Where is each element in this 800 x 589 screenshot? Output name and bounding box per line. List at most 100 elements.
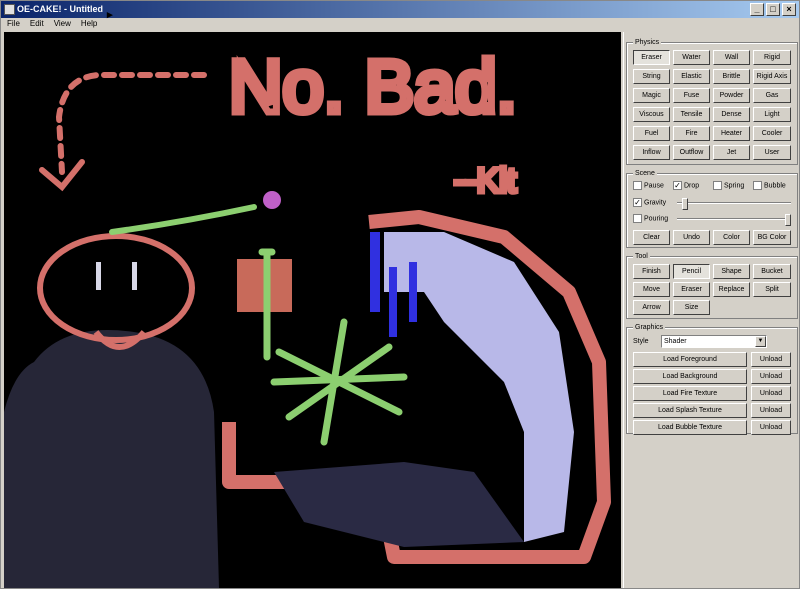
style-select[interactable]: Shader ▼	[661, 335, 767, 348]
canvas-text-kit: --Kit	[454, 162, 517, 200]
color-button[interactable]: Color	[713, 230, 750, 245]
unload-fire-texture-button[interactable]: Unload	[751, 386, 791, 401]
tool-pencil-button[interactable]: Pencil	[673, 264, 710, 279]
bubble-checkbox-box[interactable]	[753, 181, 762, 190]
pouring-label: Pouring	[644, 215, 669, 223]
pouring-slider[interactable]	[677, 214, 791, 226]
unload-splash-texture-button[interactable]: Unload	[751, 403, 791, 418]
clear-button[interactable]: Clear	[633, 230, 670, 245]
physics-title: Physics	[633, 38, 662, 47]
drop-checkbox[interactable]: ✓ Drop	[673, 181, 699, 191]
load-background-button[interactable]: Load Background	[633, 369, 747, 384]
title-bar[interactable]: OE-CAKE! - Untitled ▸ _ □ ×	[1, 1, 799, 21]
unload-foreground-button[interactable]: Unload	[751, 352, 791, 367]
spring-label: Spring	[724, 182, 745, 190]
physics-wall-button[interactable]: Wall	[713, 50, 750, 65]
pouring-slider-thumb[interactable]	[785, 214, 791, 226]
load-bubble-texture-button[interactable]: Load Bubble Texture	[633, 420, 747, 435]
face-eye-right	[132, 262, 137, 290]
menu-file[interactable]: File	[7, 18, 20, 30]
menu-edit[interactable]: Edit	[30, 18, 44, 30]
physics-water-button[interactable]: Water	[673, 50, 710, 65]
window-title: OE-CAKE! - Untitled	[17, 4, 103, 14]
maximize-button[interactable]: □	[766, 3, 780, 16]
graphics-title: Graphics	[633, 323, 666, 332]
tool-eraser-button[interactable]: Eraser	[673, 282, 710, 297]
graphics-group: Graphics Style Shader ▼ Load Foreground …	[626, 323, 798, 435]
fluid-blob-left	[4, 330, 219, 588]
physics-cooler-button[interactable]: Cooler	[753, 126, 791, 141]
tool-finish-button[interactable]: Finish	[633, 264, 670, 279]
unload-bubble-texture-button[interactable]: Unload	[751, 420, 791, 435]
dashed-arrow	[55, 72, 207, 175]
physics-heater-button[interactable]: Heater	[713, 126, 750, 141]
green-star	[270, 318, 408, 446]
physics-elastic-button[interactable]: Elastic	[673, 69, 710, 84]
load-foreground-button[interactable]: Load Foreground	[633, 352, 747, 367]
bubble-checkbox[interactable]: Bubble	[753, 181, 786, 191]
physics-jet-button[interactable]: Jet	[713, 145, 750, 160]
gravity-checkbox[interactable]: ✓ Gravity	[633, 198, 666, 208]
green-stick	[109, 204, 257, 235]
physics-gas-button[interactable]: Gas	[753, 88, 791, 103]
blue-drip-3	[409, 262, 417, 322]
blue-drip-2	[389, 267, 397, 337]
spring-checkbox[interactable]: Spring	[713, 181, 744, 191]
green-bar	[258, 248, 276, 361]
bg-color-button[interactable]: BG Color	[753, 230, 791, 245]
app-icon	[4, 4, 15, 15]
unload-background-button[interactable]: Unload	[751, 369, 791, 384]
pause-checkbox[interactable]: Pause	[633, 181, 664, 191]
physics-rigid-button[interactable]: Rigid	[753, 50, 791, 65]
gravity-slider-track	[677, 202, 791, 204]
tool-replace-button[interactable]: Replace	[713, 282, 750, 297]
simulation-canvas[interactable]: No. Bad. --Kit	[4, 32, 621, 588]
physics-outflow-button[interactable]: Outflow	[673, 145, 710, 160]
tool-move-button[interactable]: Move	[633, 282, 670, 297]
physics-dense-button[interactable]: Dense	[713, 107, 750, 122]
minimize-button[interactable]: _	[750, 3, 764, 16]
physics-light-button[interactable]: Light	[753, 107, 791, 122]
physics-inflow-button[interactable]: Inflow	[633, 145, 670, 160]
pouring-checkbox-box[interactable]	[633, 214, 642, 223]
physics-brittle-button[interactable]: Brittle	[713, 69, 750, 84]
close-button[interactable]: ×	[782, 3, 796, 16]
face-outline	[37, 233, 195, 343]
physics-rigid-axis-button[interactable]: Rigid Axis	[753, 69, 791, 84]
gravity-slider[interactable]	[677, 198, 791, 210]
scene-group: Scene Pause ✓ Drop Spring Bubble ✓ Gravity…	[626, 169, 798, 248]
blue-drip-1	[370, 232, 380, 312]
scene-title: Scene	[633, 169, 657, 178]
physics-user-button[interactable]: User	[753, 145, 791, 160]
physics-tensile-button[interactable]: Tensile	[673, 107, 710, 122]
drop-checkbox-box[interactable]: ✓	[673, 181, 682, 190]
physics-powder-button[interactable]: Powder	[713, 88, 750, 103]
tool-split-button[interactable]: Split	[753, 282, 791, 297]
pause-checkbox-box[interactable]	[633, 181, 642, 190]
tool-size-button[interactable]: Size	[673, 300, 710, 315]
physics-eraser-button[interactable]: Eraser	[633, 50, 670, 65]
tool-shape-button[interactable]: Shape	[713, 264, 750, 279]
load-fire-texture-button[interactable]: Load Fire Texture	[633, 386, 747, 401]
app-window: OE-CAKE! - Untitled ▸ _ □ × File Edit Vi…	[0, 0, 800, 589]
gravity-slider-thumb[interactable]	[682, 198, 688, 210]
spring-checkbox-box[interactable]	[713, 181, 722, 190]
menu-help[interactable]: Help	[81, 18, 97, 30]
load-splash-texture-button[interactable]: Load Splash Texture	[633, 403, 747, 418]
physics-viscous-button[interactable]: Viscous	[633, 107, 670, 122]
menu-view[interactable]: View	[54, 18, 71, 30]
physics-magic-button[interactable]: Magic	[633, 88, 670, 103]
tool-group: Tool Finish Pencil Shape Bucket Move Era…	[626, 252, 798, 319]
physics-fire-button[interactable]: Fire	[673, 126, 710, 141]
physics-fuel-button[interactable]: Fuel	[633, 126, 670, 141]
undo-button[interactable]: Undo	[673, 230, 710, 245]
physics-fuse-button[interactable]: Fuse	[673, 88, 710, 103]
style-label: Style	[633, 338, 649, 345]
tool-arrow-button[interactable]: Arrow	[633, 300, 670, 315]
pouring-checkbox[interactable]: Pouring	[633, 214, 668, 224]
dark-pool	[274, 462, 524, 547]
physics-string-button[interactable]: String	[633, 69, 670, 84]
chevron-down-icon[interactable]: ▼	[755, 336, 766, 347]
tool-bucket-button[interactable]: Bucket	[753, 264, 791, 279]
gravity-checkbox-box[interactable]: ✓	[633, 198, 642, 207]
